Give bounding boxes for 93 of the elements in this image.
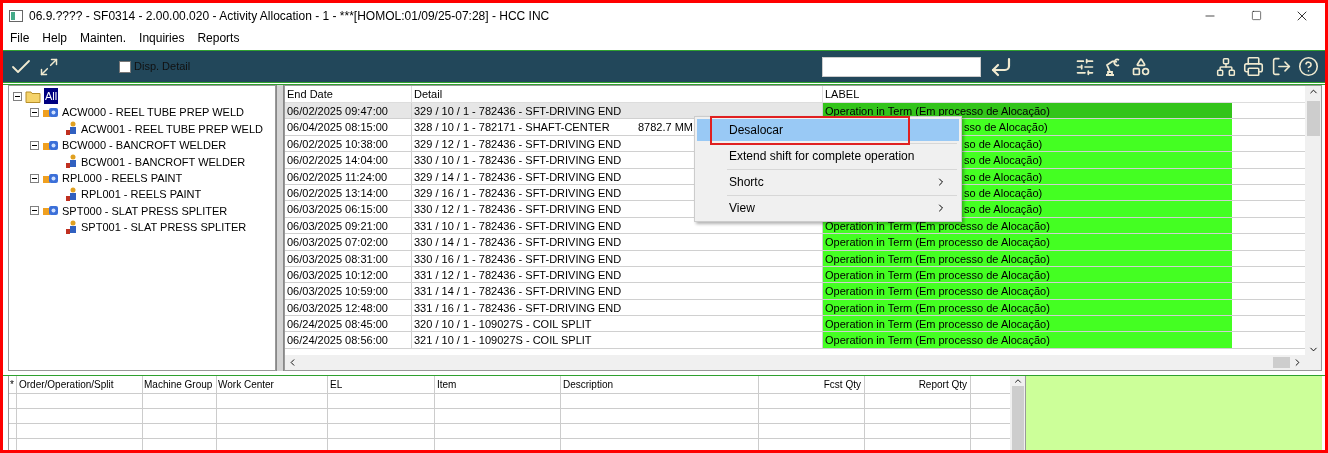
scrollbar-thumb[interactable] bbox=[1306, 101, 1320, 136]
tree-item[interactable]: RPL001 - REELS PAINT bbox=[81, 186, 202, 203]
table-cell-text: 06/03/2025 08:31:00 bbox=[286, 251, 389, 266]
table-cell-text: 06/02/2025 13:14:00 bbox=[286, 185, 389, 201]
worker-icon bbox=[65, 187, 79, 203]
menu-item[interactable]: Help bbox=[42, 29, 68, 47]
column-header[interactable]: Fcst Qty bbox=[759, 376, 865, 393]
column-header[interactable]: Item bbox=[435, 376, 561, 393]
table-cell-text: 06/02/2025 14:04:00 bbox=[286, 153, 389, 168]
table-cell-text: 329 / 10 / 1 - 782436 - SFT-DRIVING END bbox=[413, 104, 623, 119]
collapse-icon[interactable] bbox=[30, 206, 39, 216]
table-cell-text: 330 / 16 / 1 - 782436 - SFT-DRIVING END bbox=[413, 251, 623, 266]
worker-icon bbox=[65, 121, 79, 137]
table-cell-text: 330 / 14 / 1 - 782436 - SFT-DRIVING END bbox=[413, 235, 623, 250]
table-cell-text: 330 / 10 / 1 - 782436 - SFT-DRIVING END bbox=[413, 153, 623, 168]
collapse-icon[interactable] bbox=[30, 173, 39, 183]
status-label: Operation in Term (Em processo de Alocação) bbox=[822, 332, 1232, 348]
tree-item[interactable]: BCW000 - BANCROFT WELDER bbox=[62, 137, 227, 154]
table-cell-text: 329 / 14 / 1 - 782436 - SFT-DRIVING END bbox=[413, 169, 623, 184]
status-label: Operation in Term (Em processo de Alocação) bbox=[822, 283, 1232, 299]
table-cell-text: 331 / 10 / 1 - 782436 - SFT-DRIVING END bbox=[413, 218, 623, 234]
tree-item[interactable]: ACW000 - REEL TUBE PREP WELD bbox=[62, 104, 244, 121]
table-cell-text: 06/03/2025 10:59:00 bbox=[286, 284, 389, 299]
tree-diagram-icon[interactable] bbox=[1216, 56, 1236, 77]
restore-icon[interactable] bbox=[1250, 10, 1262, 21]
tree-item[interactable]: All bbox=[44, 87, 59, 105]
table-cell: 06/02/2025 09:47:00 bbox=[285, 103, 411, 119]
machines-icon bbox=[42, 138, 59, 152]
table-cell-text: 320 / 10 / 1 - 109027S - COIL SPLIT bbox=[413, 317, 593, 332]
collapse-icon[interactable] bbox=[13, 91, 22, 101]
expand-icon[interactable] bbox=[39, 56, 59, 77]
column-header[interactable]: Detail bbox=[411, 86, 822, 102]
menu-item[interactable]: File bbox=[10, 29, 30, 47]
tree-item[interactable]: ACW001 - REEL TUBE PREP WELD bbox=[81, 120, 263, 138]
help-icon[interactable] bbox=[1298, 56, 1319, 77]
table-cell-text: 331 / 14 / 1 - 782436 - SFT-DRIVING END bbox=[413, 284, 623, 299]
status-label: Operation in Term (Em processo de Alocação) bbox=[822, 316, 1232, 332]
table-cell-text: 330 / 12 / 1 - 782436 - SFT-DRIVING END bbox=[413, 202, 623, 217]
sliders-icon[interactable] bbox=[1075, 56, 1095, 77]
table-cell-text: 06/03/2025 09:21:00 bbox=[286, 218, 389, 234]
table-cell-text: 8782.7 MM bbox=[638, 120, 694, 135]
table-cell-text: 06/02/2025 10:38:00 bbox=[286, 136, 389, 152]
search-field[interactable] bbox=[822, 56, 981, 77]
column-header[interactable]: Work Center bbox=[217, 376, 328, 393]
table-cell-text: 06/04/2025 08:15:00 bbox=[286, 120, 389, 135]
tree-item[interactable]: SPT000 - SLAT PRESS SPLITER bbox=[62, 202, 228, 220]
machines-icon bbox=[42, 106, 59, 120]
table-cell-text: 329 / 12 / 1 - 782436 - SFT-DRIVING END bbox=[413, 136, 623, 152]
scrollbar-thumb[interactable] bbox=[1273, 357, 1290, 368]
table-cell-text: 06/24/2025 08:45:00 bbox=[286, 317, 389, 332]
column-header[interactable]: End Date bbox=[285, 86, 411, 102]
scroll-up-icon[interactable] bbox=[1012, 376, 1023, 386]
machines-icon bbox=[42, 204, 59, 218]
menu-item[interactable]: Mainten. bbox=[80, 29, 127, 47]
table-cell-text: 329 / 16 / 1 - 782436 - SFT-DRIVING END bbox=[413, 185, 623, 201]
machines-icon bbox=[42, 171, 59, 185]
table-cell-text: 06/24/2025 08:56:00 bbox=[286, 333, 389, 348]
menu-item[interactable]: Reports bbox=[197, 29, 240, 47]
shapes-icon[interactable] bbox=[1131, 56, 1151, 77]
window-title: 06.9.???? - SF0314 - 2.00.00.020 - Activity Allocation - 1 - ***[HOMOL:01/09/25-07:28] - HCC INC bbox=[29, 7, 550, 25]
status-label: Operation in Term (Em processo de Alocação) bbox=[822, 234, 1232, 250]
table-cell-text: 321 / 10 / 1 - 109027S - COIL SPLIT bbox=[413, 333, 593, 348]
collapse-icon[interactable] bbox=[30, 140, 39, 150]
worker-icon bbox=[65, 154, 79, 170]
column-header[interactable]: LABEL bbox=[822, 86, 1232, 102]
table-cell-text: 331 / 16 / 1 - 782436 - SFT-DRIVING END bbox=[413, 300, 623, 316]
table-cell-text: 06/03/2025 12:48:00 bbox=[286, 300, 389, 316]
menu-item[interactable]: Inquiries bbox=[139, 29, 185, 47]
folder-icon bbox=[25, 89, 41, 103]
tree-item[interactable]: BCW001 - BANCROFT WELDER bbox=[81, 153, 246, 170]
logout-icon[interactable] bbox=[1271, 56, 1292, 77]
table-cell-text: 06/03/2025 06:15:00 bbox=[286, 202, 389, 217]
disp-detail-label: Disp. Detail bbox=[134, 59, 191, 75]
printer-icon[interactable] bbox=[1243, 56, 1264, 77]
status-label: Operation in Term (Em processo de Alocação) bbox=[822, 103, 1232, 119]
scrollbar-thumb[interactable] bbox=[1011, 386, 1024, 450]
tree-item[interactable]: RPL000 - REELS PAINT bbox=[62, 169, 183, 187]
table-cell-text: 06/03/2025 10:12:00 bbox=[286, 267, 389, 283]
collapse-icon[interactable] bbox=[30, 108, 39, 118]
table-cell-text: 328 / 10 / 1 - 782171 - SHAFT-CENTER bbox=[413, 120, 611, 135]
tree-item[interactable]: SPT001 - SLAT PRESS SPLITER bbox=[81, 219, 247, 236]
column-header[interactable]: * bbox=[9, 376, 17, 393]
worker-icon bbox=[65, 219, 79, 235]
column-header[interactable]: Description bbox=[561, 376, 759, 393]
table-cell-text: 331 / 12 / 1 - 782436 - SFT-DRIVING END bbox=[413, 267, 623, 283]
table-cell-text: 06/03/2025 07:02:00 bbox=[286, 235, 389, 250]
table-cell-text: 06/02/2025 11:24:00 bbox=[286, 169, 389, 184]
column-header[interactable]: Report Qty bbox=[865, 376, 971, 393]
column-header[interactable]: Order/Operation/Split bbox=[17, 376, 143, 393]
disp-detail-checkbox[interactable] bbox=[119, 60, 131, 73]
column-header[interactable]: Machine Group bbox=[143, 376, 217, 393]
app-icon bbox=[9, 9, 23, 22]
column-header[interactable]: EL bbox=[328, 376, 435, 393]
